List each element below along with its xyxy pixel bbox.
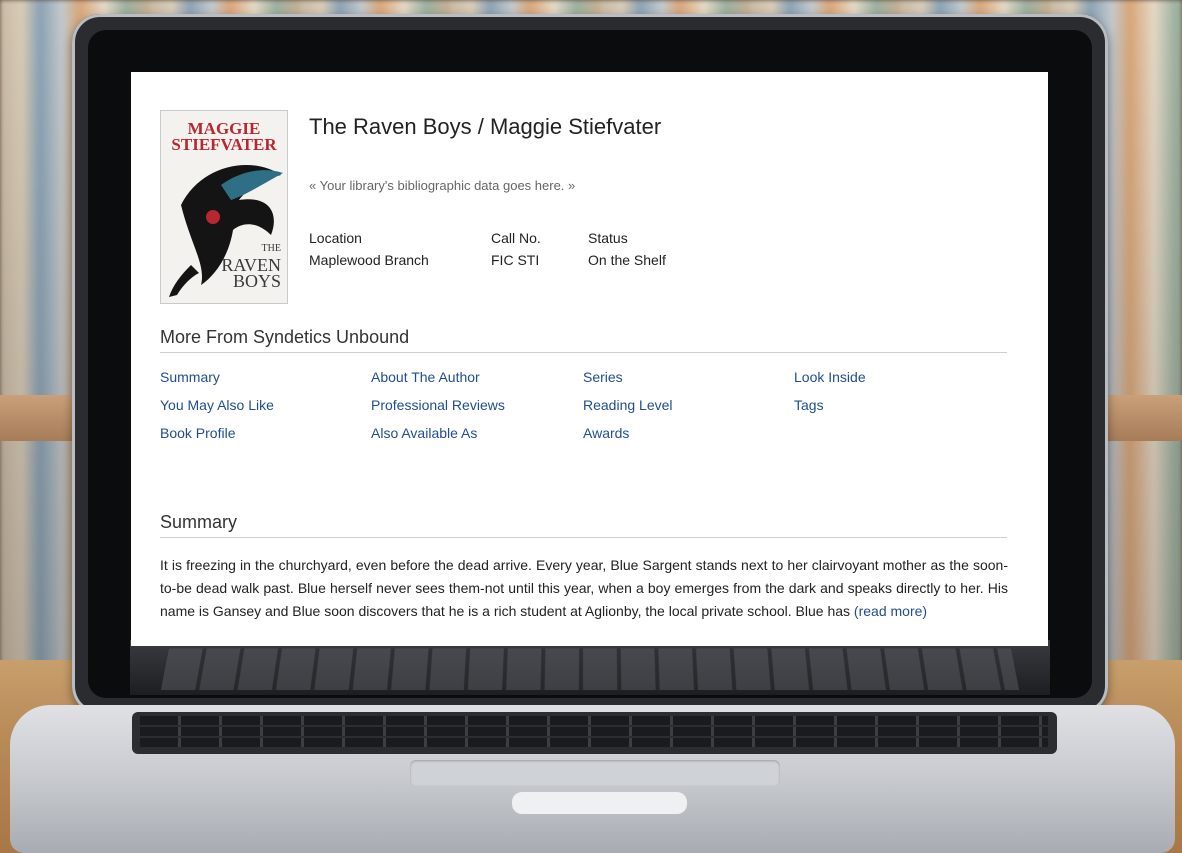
key-row (140, 716, 1048, 725)
cover-title-sub: BOYS (232, 271, 281, 291)
location-column: Location Maplewood Branch (309, 230, 429, 274)
location-value: Maplewood Branch (309, 252, 429, 268)
status-label: Status (588, 230, 628, 246)
catalog-record-page: MAGGIE STIEFVATER THE RAVEN BOYS The Rav… (131, 72, 1048, 646)
call-number-label: Call No. (491, 230, 541, 246)
link-professional-reviews[interactable]: Professional Reviews (371, 397, 505, 413)
book-cover[interactable]: MAGGIE STIEFVATER THE RAVEN BOYS (160, 110, 288, 304)
key-row (140, 727, 1048, 736)
link-book-profile[interactable]: Book Profile (160, 425, 235, 441)
link-series[interactable]: Series (583, 369, 623, 385)
key-row (140, 738, 1048, 747)
link-awards[interactable]: Awards (583, 425, 629, 441)
lid-notch (512, 792, 687, 814)
location-label: Location (309, 230, 362, 246)
link-you-may-also-like[interactable]: You May Also Like (160, 397, 274, 413)
more-from-heading: More From Syndetics Unbound (160, 327, 410, 347)
status-value: On the Shelf (588, 252, 666, 268)
cover-title-text: THE RAVEN BOYS (201, 241, 281, 291)
section-divider (160, 352, 1007, 353)
summary-text: It is freezing in the churchyard, even b… (160, 554, 1008, 623)
reflected-keys (160, 648, 1020, 691)
bibliographic-placeholder: « Your library's bibliographic data goes… (309, 178, 576, 193)
link-about-the-author[interactable]: About The Author (371, 369, 480, 385)
call-number-column: Call No. FIC STI (491, 230, 541, 274)
call-number-value: FIC STI (491, 252, 540, 268)
link-look-inside[interactable]: Look Inside (794, 369, 866, 385)
link-summary[interactable]: Summary (160, 369, 220, 385)
status-column: Status On the Shelf (588, 230, 666, 274)
link-also-available-as[interactable]: Also Available As (371, 425, 477, 441)
section-divider (160, 537, 1007, 538)
link-reading-level[interactable]: Reading Level (583, 397, 673, 413)
summary-heading: Summary (160, 512, 238, 532)
read-more-link[interactable]: (read more) (854, 603, 927, 619)
trackpad (410, 760, 780, 786)
link-tags[interactable]: Tags (794, 397, 824, 413)
book-title: The Raven Boys / Maggie Stiefvater (309, 114, 662, 139)
